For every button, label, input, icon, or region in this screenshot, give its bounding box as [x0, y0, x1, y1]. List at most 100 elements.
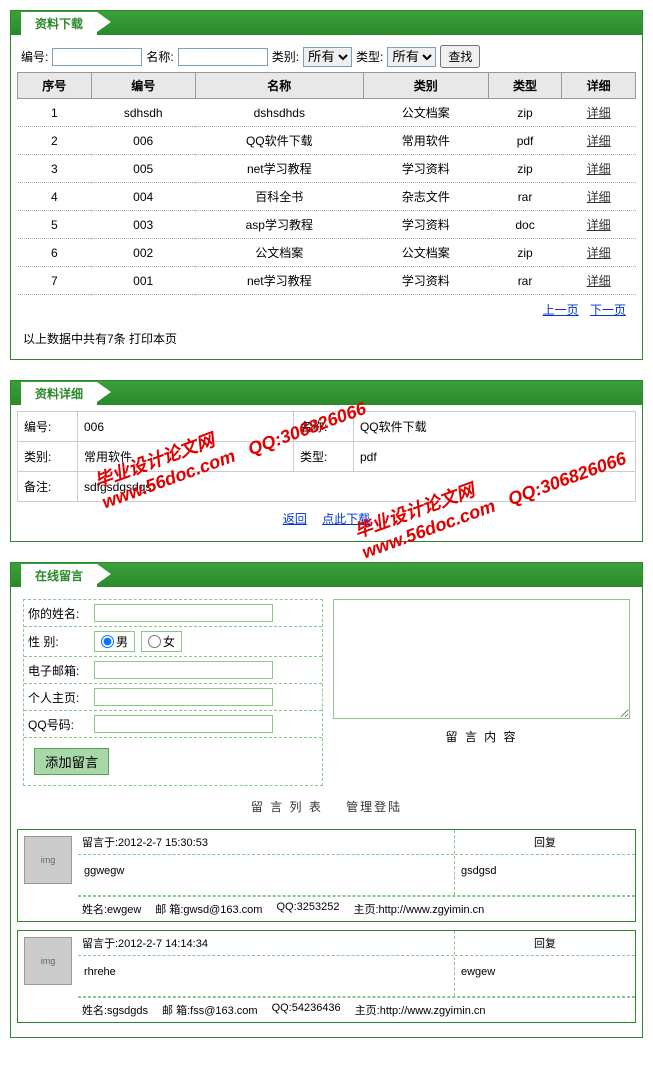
detail-cell: 备注: — [18, 472, 78, 502]
detail-link[interactable]: 详细 — [587, 134, 611, 148]
type-select[interactable]: 所有 — [387, 47, 436, 67]
avatar: img — [18, 830, 78, 921]
qq-label: QQ号码: — [28, 716, 88, 733]
detail-cell: 类型: — [293, 442, 353, 472]
msg-body: 留言于:2012-2-7 14:14:34 rhrehe 回复 ewgew 姓名… — [78, 931, 635, 1022]
search-button[interactable]: 查找 — [440, 45, 480, 68]
message-item: img 留言于:2012-2-7 15:30:53 ggwegw 回复 gsdg… — [17, 829, 636, 922]
form-area: 你的姓名: 性 别: 男 女 电子邮箱: 个人主页: QQ号码: 添加留言 留 … — [17, 593, 636, 792]
panel-body: 你的姓名: 性 别: 男 女 电子邮箱: 个人主页: QQ号码: 添加留言 留 … — [11, 587, 642, 1037]
detail-links: 返回 点此下载 — [17, 502, 636, 535]
homepage-input[interactable] — [94, 688, 273, 706]
detail-cell: 006 — [78, 412, 294, 442]
cell: 常用软件 — [363, 127, 488, 155]
reply-label: 回复 — [455, 931, 635, 956]
cell: 2 — [18, 127, 92, 155]
radio-male[interactable] — [101, 635, 114, 648]
col-header: 编号 — [91, 73, 195, 99]
cell: 1 — [18, 99, 92, 127]
id-input[interactable] — [52, 48, 142, 66]
table-row: 7001net学习教程学习资料rar详细 — [18, 267, 636, 295]
cell: QQ软件下载 — [195, 127, 363, 155]
add-message-button[interactable]: 添加留言 — [34, 748, 109, 775]
cell: 003 — [91, 211, 195, 239]
col-header: 详细 — [562, 73, 636, 99]
name-label: 名称: — [146, 48, 173, 65]
download-link[interactable]: 点此下载 — [322, 512, 370, 526]
type-label: 类型: — [356, 48, 383, 65]
detail-cell: 类别: — [18, 442, 78, 472]
cell: 公文档案 — [363, 239, 488, 267]
message-item: img 留言于:2012-2-7 14:14:34 rhrehe 回复 ewge… — [17, 930, 636, 1023]
search-bar: 编号: 名称: 类别: 所有 类型: 所有 查找 — [17, 41, 636, 72]
table-row: 5003asp学习教程学习资料doc详细 — [18, 211, 636, 239]
col-header: 类型 — [488, 73, 562, 99]
summary-text: 以上数据中共有7条 打印本页 — [17, 324, 636, 353]
cell: 杂志文件 — [363, 183, 488, 211]
cell: 学习资料 — [363, 211, 488, 239]
footer-home: 主页:http://www.zgyimin.cn — [355, 1002, 486, 1018]
next-link[interactable]: 下一页 — [590, 303, 626, 317]
detail-link[interactable]: 详细 — [587, 190, 611, 204]
name-input[interactable] — [94, 604, 273, 622]
footer-name: 姓名:sgsdgds — [82, 1002, 148, 1018]
panel-title: 资料下载 — [21, 12, 97, 35]
detail-link[interactable]: 详细 — [587, 246, 611, 260]
avatar-image: img — [24, 937, 72, 985]
msg-list-header: 留 言 列 表 管理登陆 — [17, 792, 636, 821]
cell: 5 — [18, 211, 92, 239]
detail-link[interactable]: 详细 — [587, 274, 611, 288]
cell: rar — [488, 183, 562, 211]
cell: pdf — [488, 127, 562, 155]
table-row: 2006QQ软件下载常用软件pdf详细 — [18, 127, 636, 155]
cell: 公文档案 — [363, 99, 488, 127]
detail-cell: 名称: — [293, 412, 353, 442]
cell: sdhsdh — [91, 99, 195, 127]
detail-link[interactable]: 详细 — [587, 218, 611, 232]
detail-link[interactable]: 详细 — [587, 106, 611, 120]
back-link[interactable]: 返回 — [283, 512, 307, 526]
list-label[interactable]: 留 言 列 表 — [251, 800, 323, 814]
msg-body: 留言于:2012-2-7 15:30:53 ggwegw 回复 gsdgsd 姓… — [78, 830, 635, 921]
detail-link[interactable]: 详细 — [587, 162, 611, 176]
cell: dshsdhds — [195, 99, 363, 127]
cell: 005 — [91, 155, 195, 183]
cell: 公文档案 — [195, 239, 363, 267]
table-row: 4004百科全书杂志文件rar详细 — [18, 183, 636, 211]
name-input[interactable] — [178, 48, 268, 66]
panel-body: 编号:006名称:QQ软件下载类别:常用软件类型:pdf备注:sdfgsdgsd… — [11, 405, 642, 541]
panel-body: 编号: 名称: 类别: 所有 类型: 所有 查找 序号编号名称类别类型详细 1s… — [11, 35, 642, 359]
gender-female[interactable]: 女 — [141, 631, 182, 652]
cell: 3 — [18, 155, 92, 183]
footer-email: 邮 箱:gwsd@163.com — [155, 901, 262, 917]
cell: 7 — [18, 267, 92, 295]
cell: zip — [488, 155, 562, 183]
detail-cell: sdfgsdgsdgs — [78, 472, 636, 502]
cell: 百科全书 — [195, 183, 363, 211]
detail-cell: 常用软件 — [78, 442, 294, 472]
cell: 4 — [18, 183, 92, 211]
admin-link[interactable]: 管理登陆 — [346, 800, 402, 814]
cat-label: 类别: — [272, 48, 299, 65]
cell: 001 — [91, 267, 195, 295]
panel-title: 在线留言 — [21, 564, 97, 587]
cell: net学习教程 — [195, 155, 363, 183]
cell: 6 — [18, 239, 92, 267]
footer-home: 主页:http://www.zgyimin.cn — [353, 901, 484, 917]
gender-male[interactable]: 男 — [94, 631, 135, 652]
prev-link[interactable]: 上一页 — [543, 303, 579, 317]
footer-qq: QQ:54236436 — [272, 1002, 341, 1018]
table-row: 3005net学习教程学习资料zip 详细 — [18, 155, 636, 183]
panel-header: 在线留言 — [11, 563, 642, 587]
message-textarea[interactable] — [333, 599, 630, 719]
cell: 学习资料 — [363, 155, 488, 183]
email-input[interactable] — [94, 661, 273, 679]
col-header: 类别 — [363, 73, 488, 99]
email-label: 电子邮箱: — [28, 662, 88, 679]
qq-input[interactable] — [94, 715, 273, 733]
panel-title: 资料详细 — [21, 382, 97, 405]
radio-female[interactable] — [148, 635, 161, 648]
msg-time: 留言于:2012-2-7 14:14:34 — [78, 931, 454, 956]
avatar-image: img — [24, 836, 72, 884]
cat-select[interactable]: 所有 — [303, 47, 352, 67]
